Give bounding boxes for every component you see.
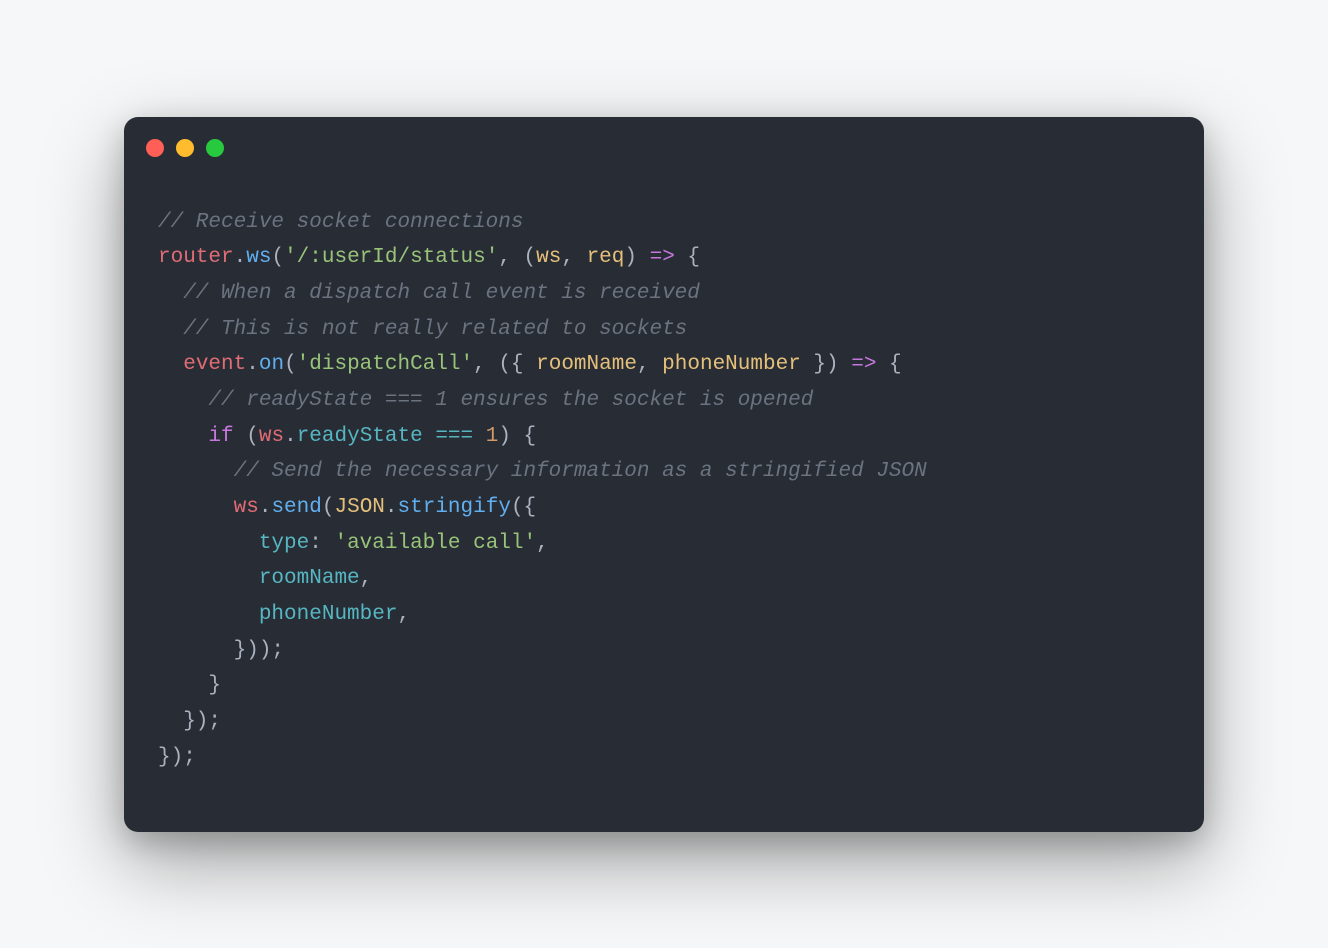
code-token: ws	[259, 425, 284, 448]
code-token: ({	[511, 496, 536, 519]
code-token: readyState	[297, 425, 423, 448]
code-token: .	[246, 353, 259, 376]
code-token: , (	[498, 246, 536, 269]
code-token: 'available call'	[334, 532, 536, 555]
code-token: ) {	[498, 425, 536, 448]
code-token: =>	[650, 246, 675, 269]
code-comment: // This is not really related to sockets	[158, 318, 687, 341]
code-token: =>	[851, 353, 876, 376]
code-token: {	[876, 353, 901, 376]
code-token: if	[208, 425, 233, 448]
code-token: (	[234, 425, 259, 448]
code-token: ,	[561, 246, 586, 269]
maximize-icon[interactable]	[206, 139, 224, 157]
code-token	[158, 532, 259, 555]
titlebar	[124, 117, 1204, 157]
code-token: )	[624, 246, 649, 269]
code-token: :	[309, 532, 334, 555]
code-token: 'dispatchCall'	[297, 353, 473, 376]
code-token: .	[259, 496, 272, 519]
code-token: {	[675, 246, 700, 269]
code-token: .	[234, 246, 247, 269]
code-token: .	[284, 425, 297, 448]
code-token: ws	[536, 246, 561, 269]
code-comment: // readyState === 1 ensures the socket i…	[158, 389, 813, 412]
code-token	[158, 425, 208, 448]
code-token: (	[322, 496, 335, 519]
code-token: stringify	[398, 496, 511, 519]
code-comment: // When a dispatch call event is receive…	[158, 282, 700, 305]
code-token: });	[158, 710, 221, 733]
code-block: // Receive socket connections router.ws(…	[124, 157, 1204, 832]
minimize-icon[interactable]	[176, 139, 194, 157]
code-token: 1	[486, 425, 499, 448]
code-token: roomName	[536, 353, 637, 376]
code-comment: // Send the necessary information as a s…	[158, 460, 927, 483]
code-token	[158, 353, 183, 376]
code-token: phoneNumber	[259, 603, 398, 626]
code-token: router	[158, 246, 234, 269]
code-token: .	[385, 496, 398, 519]
code-token: (	[271, 246, 284, 269]
code-comment: // Receive socket connections	[158, 211, 523, 234]
code-token	[158, 496, 234, 519]
code-token: phoneNumber	[662, 353, 801, 376]
code-token: })	[801, 353, 851, 376]
code-token: ===	[423, 425, 486, 448]
code-token: ,	[397, 603, 410, 626]
code-token: }	[158, 674, 221, 697]
code-token: (	[284, 353, 297, 376]
code-token: , ({	[473, 353, 536, 376]
code-token: ws	[246, 246, 271, 269]
code-token: ,	[360, 567, 373, 590]
code-token: '/:userId/status'	[284, 246, 498, 269]
code-token: req	[587, 246, 625, 269]
code-token	[158, 567, 259, 590]
code-token: }));	[158, 639, 284, 662]
code-token: send	[271, 496, 321, 519]
code-token: ,	[536, 532, 549, 555]
code-token: roomName	[259, 567, 360, 590]
code-token: });	[158, 746, 196, 769]
code-token: JSON	[334, 496, 384, 519]
code-token	[158, 603, 259, 626]
code-token: ws	[234, 496, 259, 519]
code-window: // Receive socket connections router.ws(…	[124, 117, 1204, 832]
code-token: ,	[637, 353, 662, 376]
code-token: on	[259, 353, 284, 376]
code-token: event	[183, 353, 246, 376]
close-icon[interactable]	[146, 139, 164, 157]
code-token: type	[259, 532, 309, 555]
